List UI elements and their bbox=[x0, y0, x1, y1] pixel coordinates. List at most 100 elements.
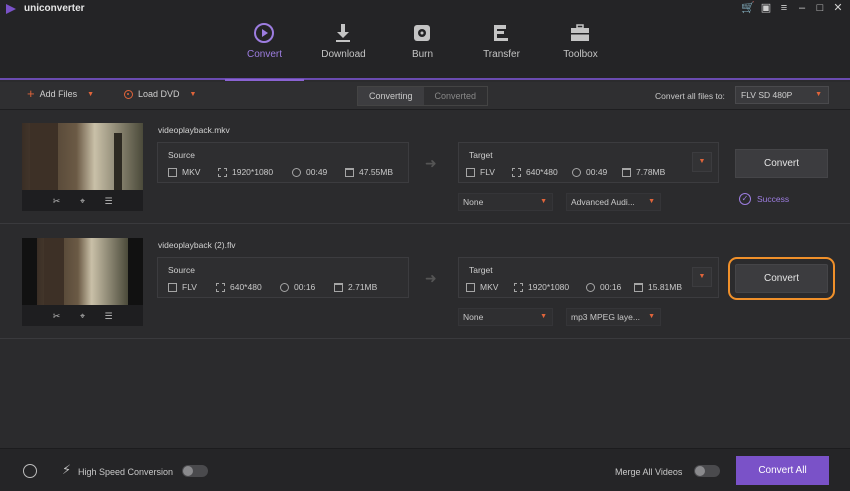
tab-download[interactable]: Download bbox=[304, 18, 383, 80]
subtitle-value: None bbox=[463, 197, 484, 207]
source-title: Source bbox=[168, 150, 195, 160]
source-resolution: 1920*1080 bbox=[232, 167, 274, 177]
chevron-down-icon: ▼ bbox=[648, 313, 655, 320]
toolbar: + Add Files ▼ Load DVD ▼ Converting Conv… bbox=[0, 82, 850, 110]
target-resolution-meta: 1920*1080 bbox=[514, 282, 569, 292]
crop-icon[interactable]: ⌖ bbox=[78, 196, 88, 206]
target-title: Target bbox=[469, 265, 493, 275]
thumbnail-tools: ✂ ⌖ ☰ bbox=[22, 191, 143, 210]
convert-button[interactable]: Convert bbox=[728, 257, 835, 300]
crop-icon[interactable]: ⌖ bbox=[78, 311, 88, 321]
check-circle-icon: ✓ bbox=[739, 193, 751, 205]
convert-button[interactable]: Convert bbox=[735, 149, 828, 178]
resolution-icon bbox=[512, 167, 521, 177]
target-format: MKV bbox=[480, 282, 499, 292]
tab-convert[interactable]: Convert bbox=[225, 18, 304, 81]
target-size-meta: 7.78MB bbox=[622, 167, 665, 177]
convert-icon bbox=[254, 23, 274, 43]
target-size: 15.81MB bbox=[648, 282, 683, 292]
target-resolution: 640*480 bbox=[526, 167, 558, 177]
file-name: videoplayback.mkv bbox=[158, 125, 230, 135]
adjust-icon[interactable]: ☰ bbox=[104, 311, 114, 321]
target-format-dropdown[interactable]: ▼ bbox=[692, 152, 712, 172]
source-size: 2.71MB bbox=[348, 282, 378, 292]
adjust-icon[interactable]: ☰ bbox=[104, 196, 114, 206]
toolbox-icon bbox=[571, 24, 589, 41]
high-speed-label: High Speed Conversion bbox=[78, 467, 174, 477]
main-nav: Convert Download Burn Transfer Toolbox bbox=[225, 18, 620, 81]
tab-transfer[interactable]: Transfer bbox=[462, 18, 541, 80]
audio-value: mp3 MPEG laye... bbox=[571, 312, 640, 322]
convert-all-format-select[interactable]: FLV SD 480P ▼ bbox=[735, 86, 829, 104]
window-controls: 🛒 ▣ ≡ – □ ✕ bbox=[741, 2, 844, 14]
menu-icon[interactable]: ≡ bbox=[778, 2, 790, 14]
audio-select[interactable]: mp3 MPEG laye... ▼ bbox=[566, 308, 661, 326]
tab-converted[interactable]: Converted bbox=[424, 87, 488, 105]
converting-tabs: Converting Converted bbox=[357, 86, 489, 106]
source-info: Source FLV 640*480 00:16 2.71MB bbox=[157, 257, 409, 298]
app-header: uniconverter 🛒 ▣ ≡ – □ ✕ Convert Downloa… bbox=[0, 0, 850, 81]
file-row: ✂ ⌖ ☰ videoplayback (2).flv Source FLV 6… bbox=[0, 226, 850, 339]
target-size: 7.78MB bbox=[636, 167, 666, 177]
source-resolution-meta: 1920*1080 bbox=[218, 167, 273, 177]
gift-icon[interactable]: ▣ bbox=[760, 2, 772, 14]
minimize-icon[interactable]: – bbox=[796, 2, 808, 14]
disc-icon bbox=[124, 89, 133, 99]
chevron-down-icon: ▼ bbox=[815, 91, 822, 98]
clock-icon bbox=[292, 167, 301, 177]
tab-burn[interactable]: Burn bbox=[383, 18, 462, 80]
resolution-icon bbox=[216, 282, 225, 292]
subtitle-select[interactable]: None ▼ bbox=[458, 193, 553, 211]
download-icon bbox=[336, 24, 350, 42]
convert-all-button[interactable]: Convert All bbox=[736, 456, 829, 485]
load-dvd-button[interactable]: Load DVD ▼ bbox=[124, 89, 196, 99]
tab-download-label: Download bbox=[321, 49, 366, 60]
video-preview-image bbox=[22, 123, 143, 190]
file-row: ✂ ⌖ ☰ videoplayback.mkv Source MKV 1920*… bbox=[0, 111, 850, 224]
scissors-icon[interactable]: ✂ bbox=[52, 311, 62, 321]
source-resolution: 640*480 bbox=[230, 282, 262, 292]
scissors-icon[interactable]: ✂ bbox=[52, 196, 62, 206]
target-format: FLV bbox=[480, 167, 495, 177]
status-success: ✓ Success bbox=[739, 193, 789, 205]
folder-icon bbox=[345, 167, 354, 177]
video-thumbnail: ✂ ⌖ ☰ bbox=[22, 238, 143, 326]
target-duration-meta: 00:16 bbox=[586, 282, 621, 292]
file-name: videoplayback (2).flv bbox=[158, 240, 236, 250]
chevron-down-icon[interactable]: ▼ bbox=[190, 91, 197, 98]
add-files-button[interactable]: + Add Files ▼ bbox=[27, 87, 94, 100]
cart-icon[interactable]: 🛒 bbox=[741, 2, 755, 14]
source-format: MKV bbox=[182, 167, 201, 177]
alarm-clock-icon[interactable] bbox=[23, 464, 37, 478]
subtitle-select[interactable]: None ▼ bbox=[458, 308, 553, 326]
target-duration: 00:16 bbox=[600, 282, 622, 292]
app-title: uniconverter bbox=[24, 3, 85, 14]
thumbnail-tools: ✂ ⌖ ☰ bbox=[22, 306, 143, 325]
chevron-down-icon: ▼ bbox=[540, 198, 547, 205]
source-duration: 00:49 bbox=[306, 167, 328, 177]
target-format-dropdown[interactable]: ▼ bbox=[692, 267, 712, 287]
tab-toolbox[interactable]: Toolbox bbox=[541, 18, 620, 80]
target-title: Target bbox=[469, 150, 493, 160]
audio-select[interactable]: Advanced Audi... ▼ bbox=[566, 193, 661, 211]
maximize-icon[interactable]: □ bbox=[814, 2, 826, 14]
chevron-down-icon[interactable]: ▼ bbox=[87, 91, 94, 98]
close-icon[interactable]: ✕ bbox=[832, 2, 844, 14]
high-speed-toggle[interactable] bbox=[182, 465, 208, 477]
tab-converting[interactable]: Converting bbox=[358, 87, 424, 105]
folder-icon bbox=[634, 282, 643, 292]
chevron-down-icon: ▼ bbox=[648, 198, 655, 205]
chevron-down-icon: ▼ bbox=[540, 313, 547, 320]
target-format-meta: FLV bbox=[466, 167, 495, 177]
merge-videos-toggle[interactable] bbox=[694, 465, 720, 477]
source-duration-meta: 00:16 bbox=[280, 282, 315, 292]
source-info: Source MKV 1920*1080 00:49 47.55MB bbox=[157, 142, 409, 183]
clock-icon bbox=[586, 282, 595, 292]
convert-all-to-label: Convert all files to: bbox=[655, 91, 725, 101]
tab-convert-label: Convert bbox=[246, 49, 282, 60]
tab-burn-label: Burn bbox=[411, 49, 434, 60]
resolution-icon bbox=[514, 282, 523, 292]
audio-value: Advanced Audi... bbox=[571, 197, 635, 207]
bottom-bar: ⚡ High Speed Conversion Merge All Videos… bbox=[0, 448, 850, 491]
load-dvd-label: Load DVD bbox=[138, 89, 180, 99]
